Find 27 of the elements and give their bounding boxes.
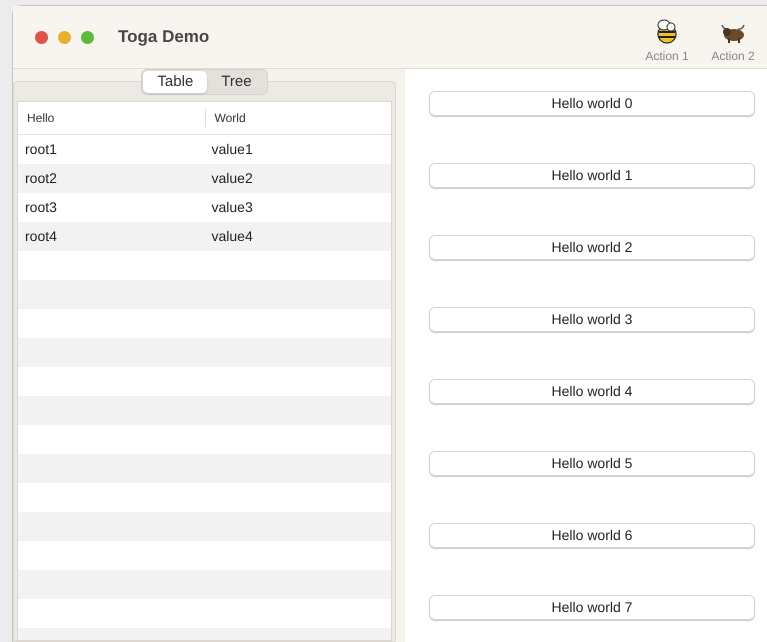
hello-world-button[interactable]: Hello world 1 [429,163,755,188]
hello-world-button[interactable]: Hello world 7 [429,595,755,620]
window-title: Toga Demo [118,26,210,48]
hello-world-button[interactable]: Hello world 2 [429,235,755,260]
hello-world-button[interactable]: Hello world 6 [429,523,755,548]
table-cell-text: value1 [210,140,254,159]
table-cell-text: root4 [24,227,58,246]
close-icon[interactable] [35,30,48,44]
minimize-icon[interactable] [58,30,71,44]
table-row[interactable]: root4 value4 [18,222,391,251]
hello-world-button[interactable]: Hello world 0 [429,91,755,116]
hello-world-button[interactable]: Hello world 3 [429,307,755,332]
column-header[interactable]: World [204,109,391,127]
table-cell-text: root3 [24,198,58,217]
hello-world-button[interactable]: Hello world 5 [429,451,755,476]
hello-world-button[interactable]: Hello world 4 [429,379,755,404]
table-cell-text: root1 [24,140,58,159]
table-cell-text: value2 [210,169,254,188]
column-header[interactable]: Hello [18,109,204,127]
table-row[interactable]: root2 value2 [18,164,391,193]
tab[interactable]: Table [143,71,208,93]
zoom-icon[interactable] [81,30,94,44]
table-cell-text: value4 [210,227,254,246]
table-cell-text: root2 [24,169,58,188]
tab[interactable]: Tree [207,71,266,93]
table-cell-text: value3 [210,198,254,217]
bee-icon [655,18,679,44]
